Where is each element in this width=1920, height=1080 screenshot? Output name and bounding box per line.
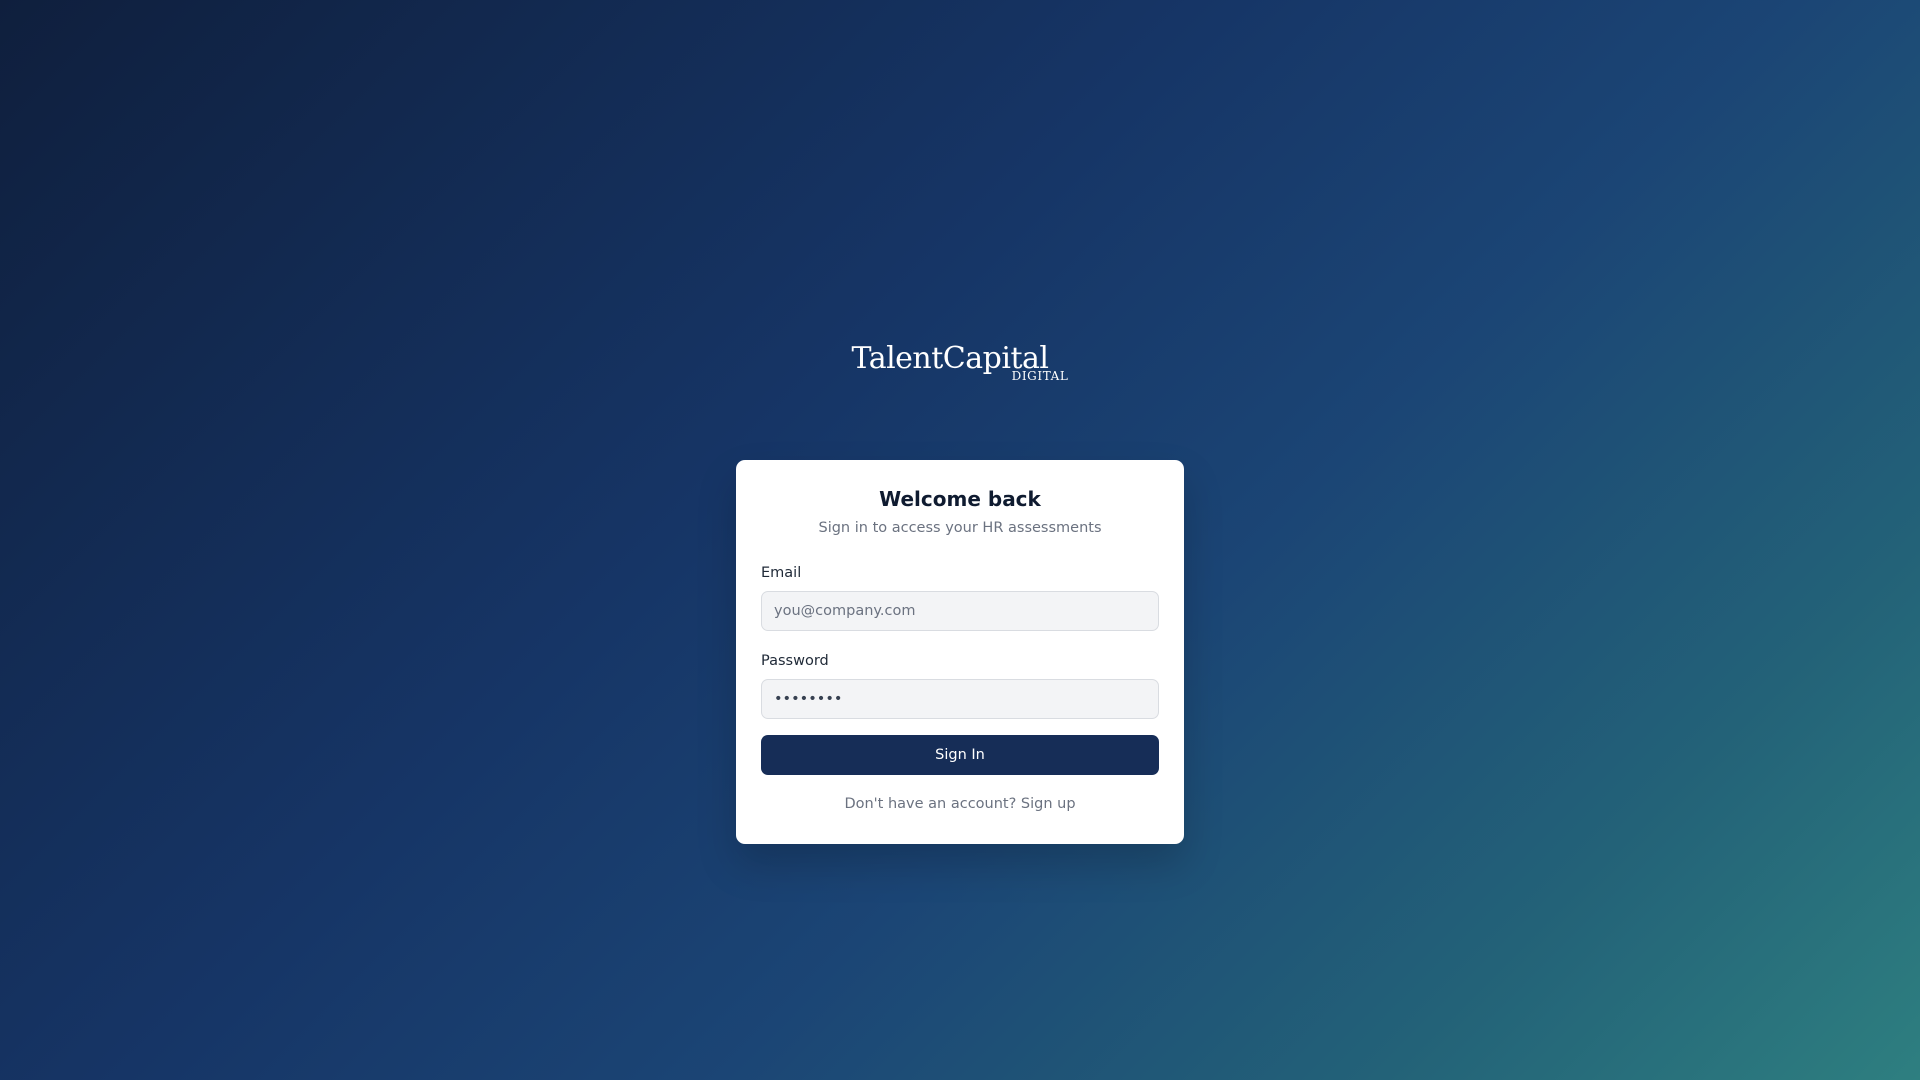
email-field[interactable] [761, 591, 1159, 631]
sign-in-button[interactable]: Sign In [761, 735, 1159, 775]
sign-up-link[interactable]: Sign up [1021, 796, 1076, 812]
brand-logo: TalentCapital DIGITAL [0, 344, 1920, 383]
card-title: Welcome back [879, 487, 1041, 511]
signup-prompt-text: Don't have an account? [844, 796, 1017, 812]
password-label: Password [761, 653, 829, 669]
logo-wordmark: TalentCapital DIGITAL [852, 344, 1069, 383]
email-label: Email [761, 565, 802, 581]
login-card: Welcome back Sign in to access your HR a… [736, 460, 1184, 844]
logo-sub-text: DIGITAL [1011, 369, 1069, 383]
signup-prompt: Don't have an account? Sign up [761, 795, 1159, 813]
password-field[interactable] [761, 679, 1159, 719]
card-subtitle: Sign in to access your HR assessments [818, 520, 1102, 536]
